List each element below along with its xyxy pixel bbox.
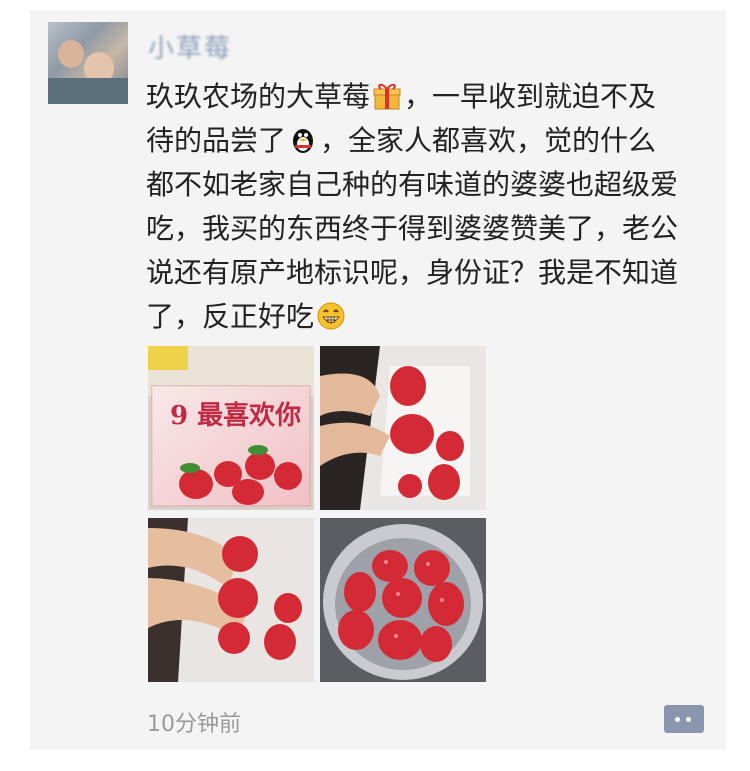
- post-line-6: 吃，我买的东西终于得到婆婆赞美了，老公: [146, 212, 679, 245]
- post-line-4: ，全家人都喜欢，觉的什么: [320, 124, 657, 157]
- nickname[interactable]: 小草莓: [148, 28, 232, 64]
- post-time: 10分钟前: [147, 712, 241, 737]
- grin-icon: [317, 302, 345, 330]
- penguin-icon: [293, 129, 314, 153]
- photo-hands-holding[interactable]: [148, 518, 314, 682]
- photo-strawberry-box[interactable]: 9 最喜欢你: [148, 346, 314, 510]
- post-line-5: 都不如老家自己种的有味道的婆婆也超级爱: [146, 168, 679, 201]
- gift-icon: [373, 83, 401, 110]
- post-text: 玖玖农场的大草莓 ，一早收到就迫不及 待的品尝了 ，全家人都喜欢，觉的什么 都不如老…: [146, 75, 716, 339]
- post-line-2: ，一早收到就迫不及: [404, 80, 657, 113]
- photo-bowl-strawberries[interactable]: [320, 518, 486, 682]
- post-line-3: 待的品尝了: [146, 124, 287, 157]
- comment-button[interactable]: [664, 705, 704, 733]
- avatar[interactable]: [48, 22, 128, 104]
- photo-hand-strawberries[interactable]: [320, 346, 486, 510]
- post-line-8: 了，反正好吃: [146, 300, 315, 333]
- post-line-7: 说还有原产地标识呢，身份证？我是不知道: [146, 256, 679, 289]
- post-line-1: 玖玖农场的大草莓: [146, 80, 371, 113]
- photo-grid: 9 最喜欢你: [148, 346, 490, 682]
- box-title: 9 最喜欢你: [170, 401, 301, 431]
